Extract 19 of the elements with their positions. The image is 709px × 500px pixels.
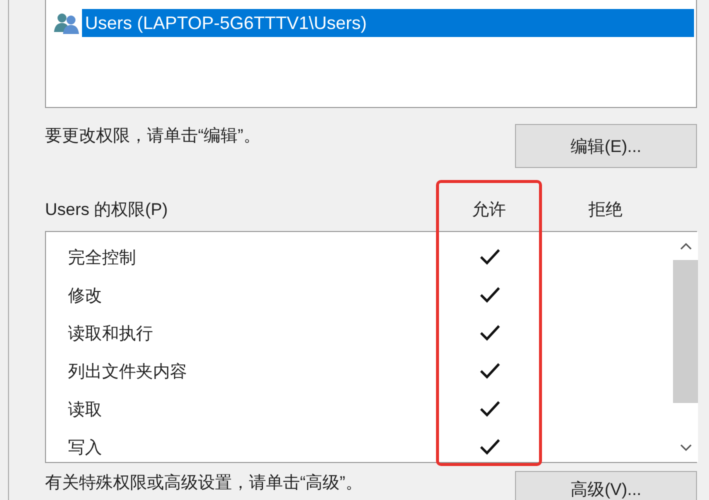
permission-name: 修改: [68, 286, 102, 304]
scrollbar-thumb[interactable]: [673, 260, 698, 403]
permission-name: 写入: [68, 438, 102, 456]
permission-name: 读取和执行: [68, 324, 153, 342]
edit-button[interactable]: 编辑(E)...: [515, 124, 697, 168]
scroll-up-icon[interactable]: [680, 242, 692, 250]
scroll-down-icon[interactable]: [680, 444, 692, 452]
user-group-icon: [54, 12, 80, 34]
principal-list[interactable]: Users (LAPTOP-5G6TTTV1\Users): [45, 0, 697, 108]
column-header: 允许: [472, 200, 506, 219]
principal-item[interactable]: Users (LAPTOP-5G6TTTV1\Users): [82, 9, 694, 37]
permission-name: 读取: [68, 400, 102, 418]
permissions-label: Users 的权限(P): [45, 199, 169, 221]
permission-name: 列出文件夹内容: [68, 362, 187, 380]
advanced-hint: 有关特殊权限或高级设置，请单击“高级”。: [45, 472, 362, 494]
advanced-button[interactable]: 高级(V)...: [515, 471, 697, 500]
edit-hint: 要更改权限，请单击“编辑”。: [45, 125, 260, 147]
permission-name: 完全控制: [68, 248, 136, 266]
column-header: 拒绝: [588, 200, 622, 219]
